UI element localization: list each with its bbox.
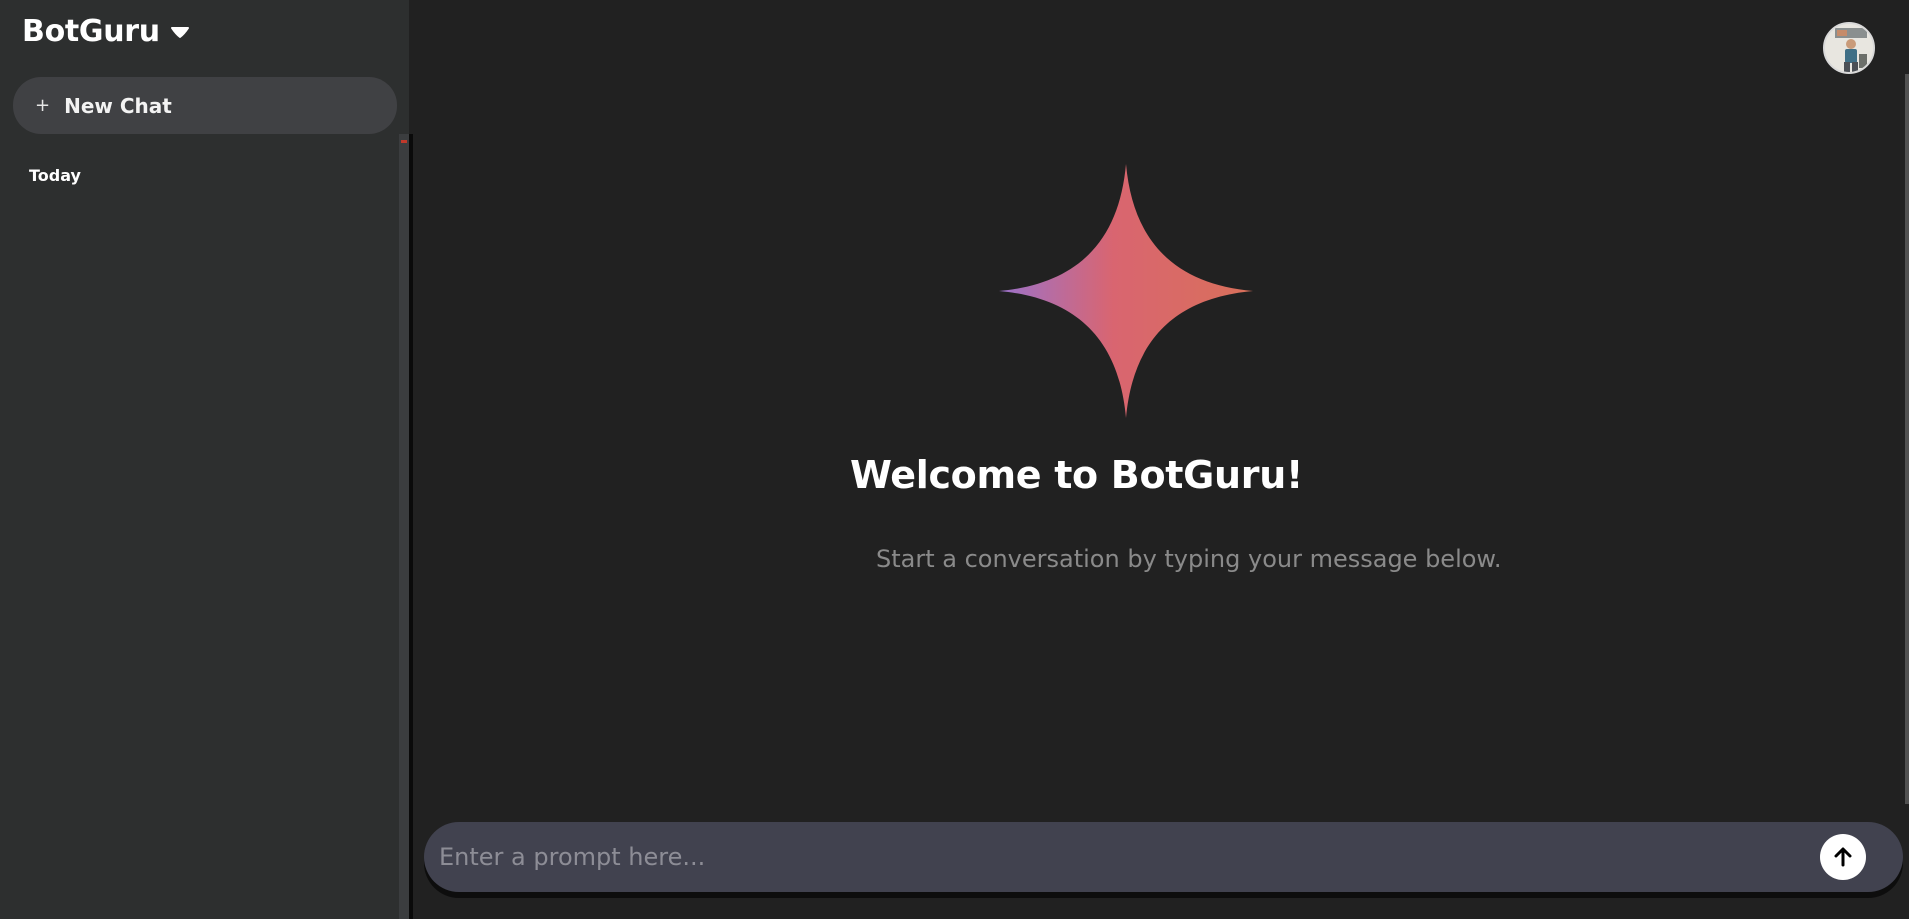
- sidebar: BotGuru + New Chat Today: [0, 0, 409, 919]
- brand-switcher[interactable]: BotGuru: [22, 14, 190, 49]
- chat-area: Welcome to BotGuru! Start a conversation…: [413, 0, 1909, 919]
- sparkle-icon: [999, 164, 1253, 418]
- welcome-title: Welcome to BotGuru!: [850, 453, 1303, 497]
- arrow-up-icon: [1834, 847, 1852, 867]
- brand-name: BotGuru: [22, 14, 160, 49]
- plus-icon: +: [35, 94, 51, 116]
- avatar-image: [1825, 24, 1873, 72]
- app: BotGuru + New Chat Today Welcome to BotG…: [0, 0, 1909, 919]
- prompt-bar: [424, 822, 1903, 892]
- scrollbar-up-arrow[interactable]: [401, 140, 407, 143]
- prompt-input[interactable]: [424, 822, 1820, 892]
- send-button[interactable]: [1820, 834, 1866, 880]
- new-chat-label: New Chat: [64, 93, 172, 118]
- user-avatar[interactable]: [1823, 22, 1875, 74]
- caret-down-icon: [170, 25, 190, 39]
- history-section-today: Today: [29, 166, 81, 185]
- new-chat-button[interactable]: + New Chat: [13, 77, 397, 134]
- sidebar-scrollbar[interactable]: [399, 134, 409, 919]
- welcome-subtitle: Start a conversation by typing your mess…: [876, 545, 1502, 573]
- main-scrollbar[interactable]: [1905, 74, 1909, 804]
